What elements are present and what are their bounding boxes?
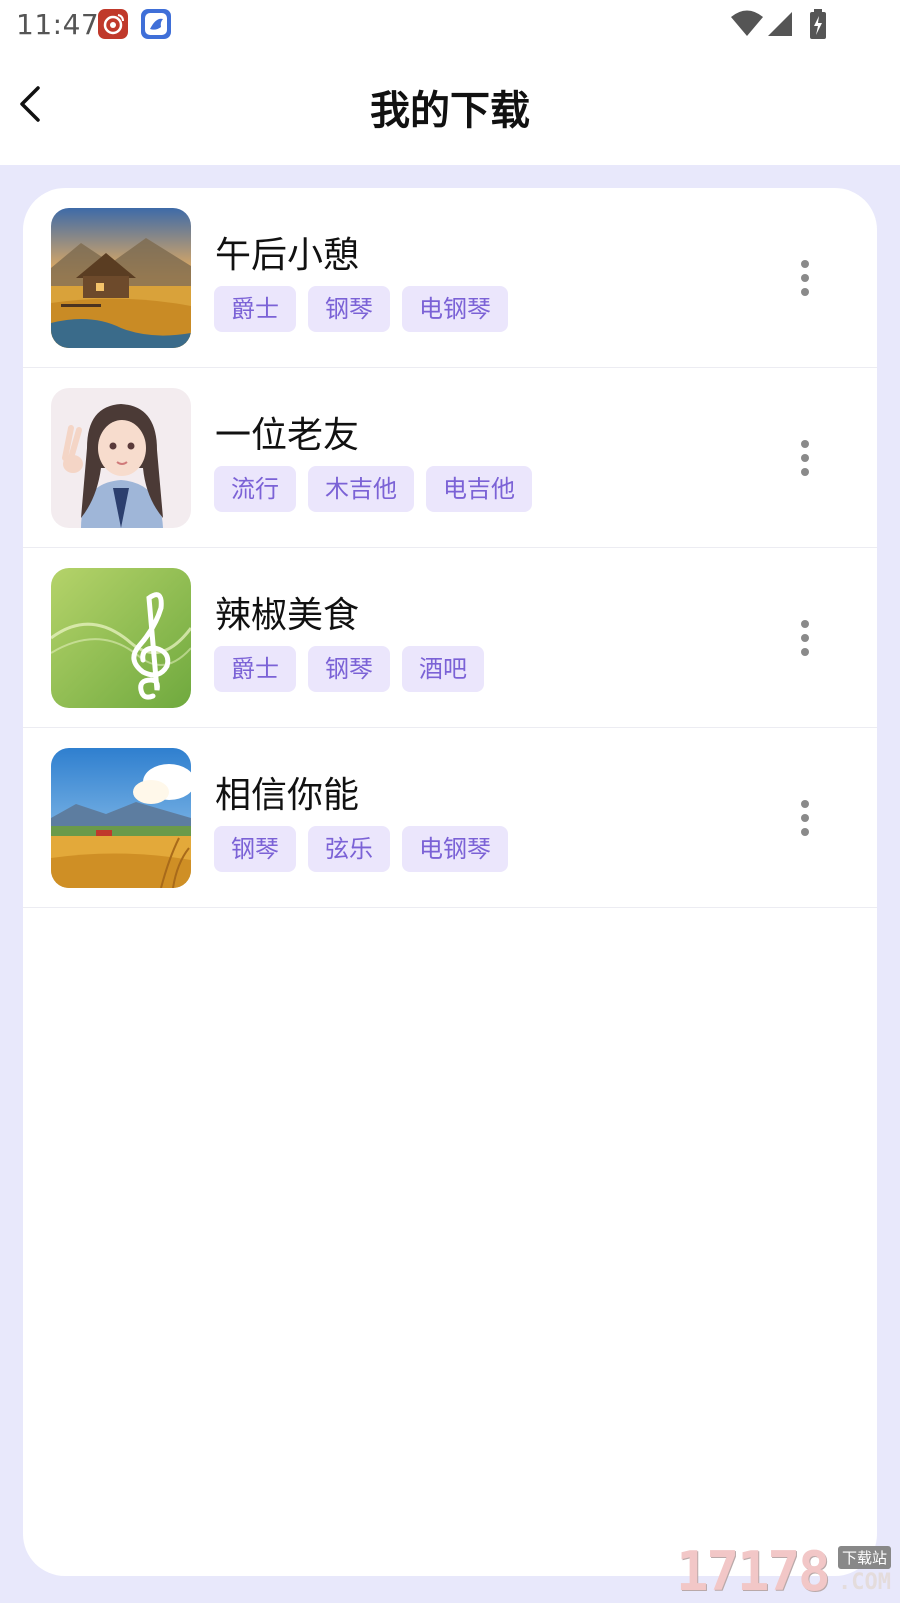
wifi-icon xyxy=(731,10,763,36)
genre-tag: 木吉他 xyxy=(308,466,414,512)
battery-charging-icon xyxy=(810,9,826,39)
more-options-icon[interactable] xyxy=(793,798,817,838)
site-watermark: 17178 下载站 .COM xyxy=(676,1540,898,1603)
genre-tag: 电钢琴 xyxy=(402,826,508,872)
watermark-badge: 下载站 xyxy=(838,1546,892,1569)
wheat-field-landscape-image xyxy=(51,748,191,888)
app-bird-icon xyxy=(141,9,171,39)
weibo-icon xyxy=(98,9,128,39)
tag-list: 爵士 钢琴 酒吧 xyxy=(214,646,496,692)
farmhouse-landscape-image xyxy=(51,208,191,348)
signal-icon xyxy=(768,12,792,36)
song-title: 午后小憩 xyxy=(215,235,360,276)
genre-tag: 爵士 xyxy=(214,286,296,332)
song-title: 相信你能 xyxy=(215,775,360,816)
genre-tag: 弦乐 xyxy=(308,826,390,872)
status-bar: 11:47 xyxy=(0,0,900,48)
more-options-icon[interactable] xyxy=(793,618,817,658)
genre-tag: 钢琴 xyxy=(308,646,390,692)
download-item[interactable]: 一位老友 流行 木吉他 电吉他 xyxy=(23,368,877,548)
more-options-icon[interactable] xyxy=(793,258,817,298)
genre-tag: 流行 xyxy=(214,466,296,512)
genre-tag: 钢琴 xyxy=(308,286,390,332)
download-item[interactable]: 辣椒美食 爵士 钢琴 酒吧 xyxy=(23,548,877,728)
app-header: 我的下载 xyxy=(0,48,900,165)
downloads-list: 午后小憩 爵士 钢琴 电钢琴 一位老友 流行 木吉他 电吉他 辣椒美食 爵士 钢… xyxy=(23,188,877,1576)
song-title: 辣椒美食 xyxy=(215,595,360,636)
watermark-suffix: .COM xyxy=(838,1570,891,1595)
more-options-icon[interactable] xyxy=(793,438,817,478)
download-item[interactable]: 午后小憩 爵士 钢琴 电钢琴 xyxy=(23,188,877,368)
tag-list: 流行 木吉他 电吉他 xyxy=(214,466,544,512)
download-item[interactable]: 相信你能 钢琴 弦乐 电钢琴 xyxy=(23,728,877,908)
page-title: 我的下载 xyxy=(370,88,530,134)
genre-tag: 电吉他 xyxy=(426,466,532,512)
treble-clef-image xyxy=(51,568,191,708)
girl-portrait-image xyxy=(51,388,191,528)
status-indicators xyxy=(730,8,850,40)
genre-tag: 电钢琴 xyxy=(402,286,508,332)
watermark-main: 17178 xyxy=(676,1540,831,1603)
genre-tag: 钢琴 xyxy=(214,826,296,872)
tag-list: 爵士 钢琴 电钢琴 xyxy=(214,286,520,332)
song-title: 一位老友 xyxy=(215,415,360,456)
status-time: 11:47 xyxy=(16,8,100,41)
genre-tag: 酒吧 xyxy=(402,646,484,692)
genre-tag: 爵士 xyxy=(214,646,296,692)
tag-list: 钢琴 弦乐 电钢琴 xyxy=(214,826,520,872)
